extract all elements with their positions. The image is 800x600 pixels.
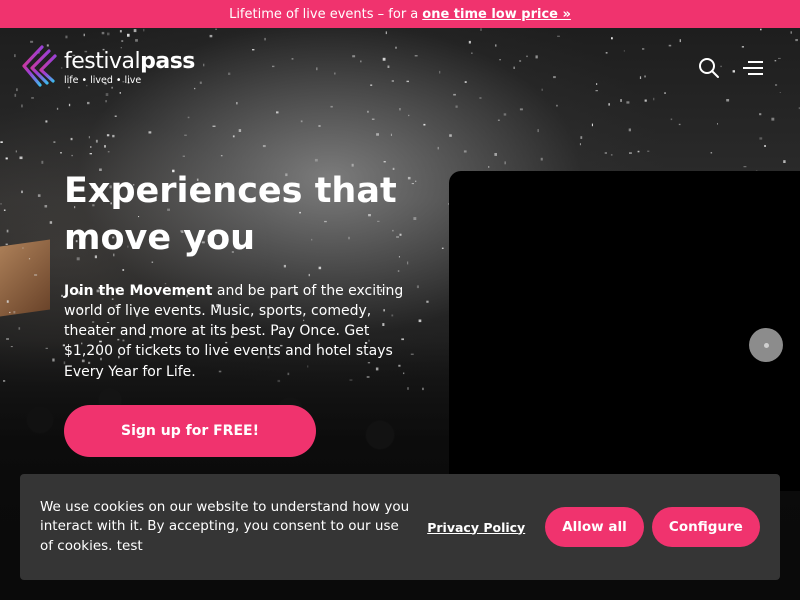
festivalpass-logo-icon xyxy=(22,45,57,87)
signup-button[interactable]: Sign up for FREE! xyxy=(64,405,316,457)
cookie-banner: We use cookies on our website to underst… xyxy=(20,474,780,580)
dot-icon xyxy=(763,342,769,348)
cookie-message: We use cookies on our website to underst… xyxy=(40,498,410,554)
configure-button[interactable]: Configure xyxy=(651,507,761,547)
privacy-policy-link[interactable]: Privacy Policy xyxy=(427,520,525,535)
site-header: festivalpass life • lived • live xyxy=(0,28,800,108)
menu-button[interactable] xyxy=(742,57,764,79)
promo-price-link[interactable]: one time low price » xyxy=(422,7,571,22)
hero-description: Join the Movement and be part of the exc… xyxy=(64,281,414,382)
hero-title: Experiences that move you xyxy=(64,171,397,259)
menu-icon xyxy=(743,61,763,75)
logo[interactable]: festivalpass life • lived • live xyxy=(20,44,195,92)
stage-screen-image xyxy=(0,239,50,317)
video-player[interactable] xyxy=(449,171,800,491)
search-icon xyxy=(699,58,719,78)
logo-tagline: life • lived • live xyxy=(64,74,142,86)
logo-wordmark: festivalpass xyxy=(64,48,195,74)
hero-copy: Experiences that move you Join the Movem… xyxy=(64,168,424,382)
promo-banner: Lifetime of live events – for a one time… xyxy=(0,0,800,28)
promo-text: Lifetime of live events – for a xyxy=(229,6,419,22)
allow-all-button[interactable]: Allow all xyxy=(545,507,644,547)
search-button[interactable] xyxy=(698,57,720,79)
carousel-dot-button[interactable] xyxy=(749,328,783,362)
hero-lead-bold: Join the Movement xyxy=(64,282,213,299)
